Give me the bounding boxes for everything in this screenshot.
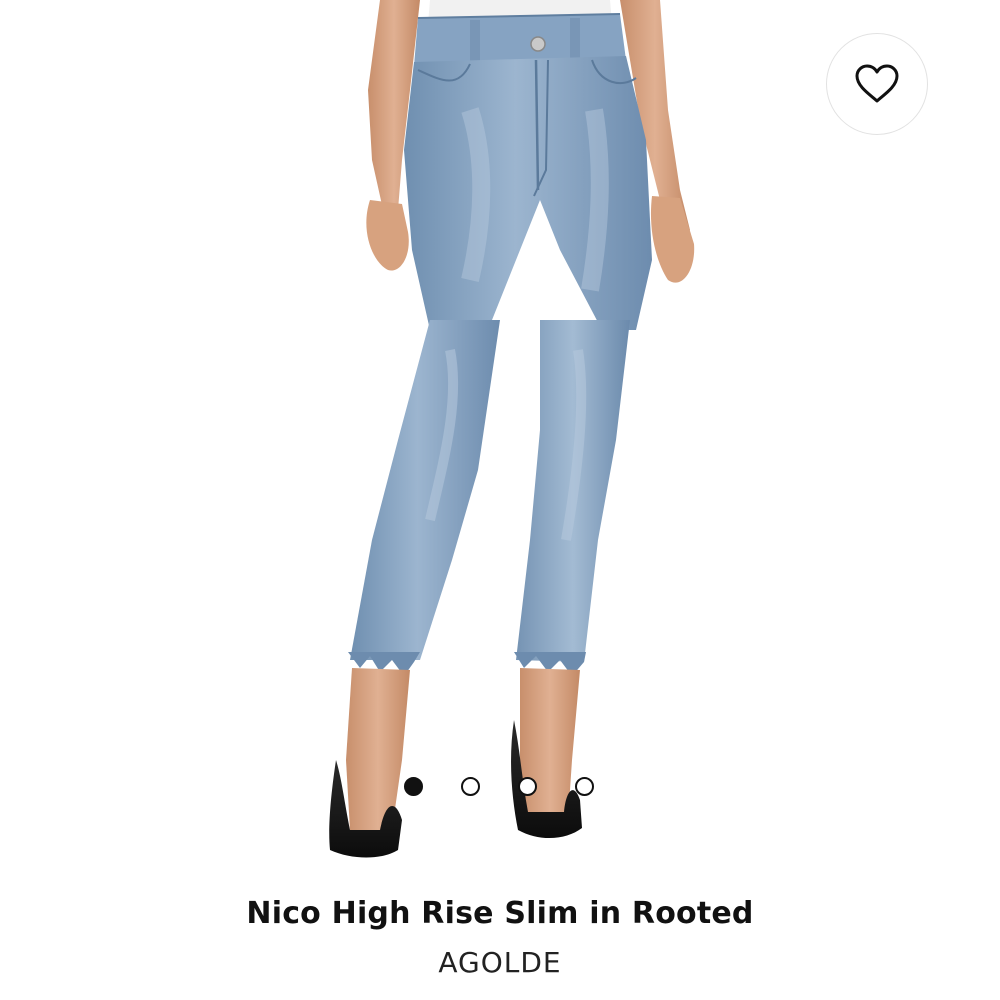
product-image[interactable] — [0, 0, 1000, 880]
carousel-dots — [404, 777, 594, 796]
carousel-dot-1[interactable] — [404, 777, 423, 796]
product-photo — [329, 0, 695, 858]
carousel-dot-4[interactable] — [575, 777, 594, 796]
carousel-dot-2[interactable] — [461, 777, 480, 796]
product-title: Nico High Rise Slim in Rooted — [246, 896, 754, 931]
brand-name[interactable]: AGOLDE — [0, 946, 1000, 979]
favorite-button[interactable] — [826, 33, 928, 135]
carousel-dot-3[interactable] — [518, 777, 537, 796]
heart-outline-icon — [855, 64, 899, 103]
product-detail-screen: Nico High Rise Slim in Rooted AGOLDE — [0, 0, 1000, 1000]
